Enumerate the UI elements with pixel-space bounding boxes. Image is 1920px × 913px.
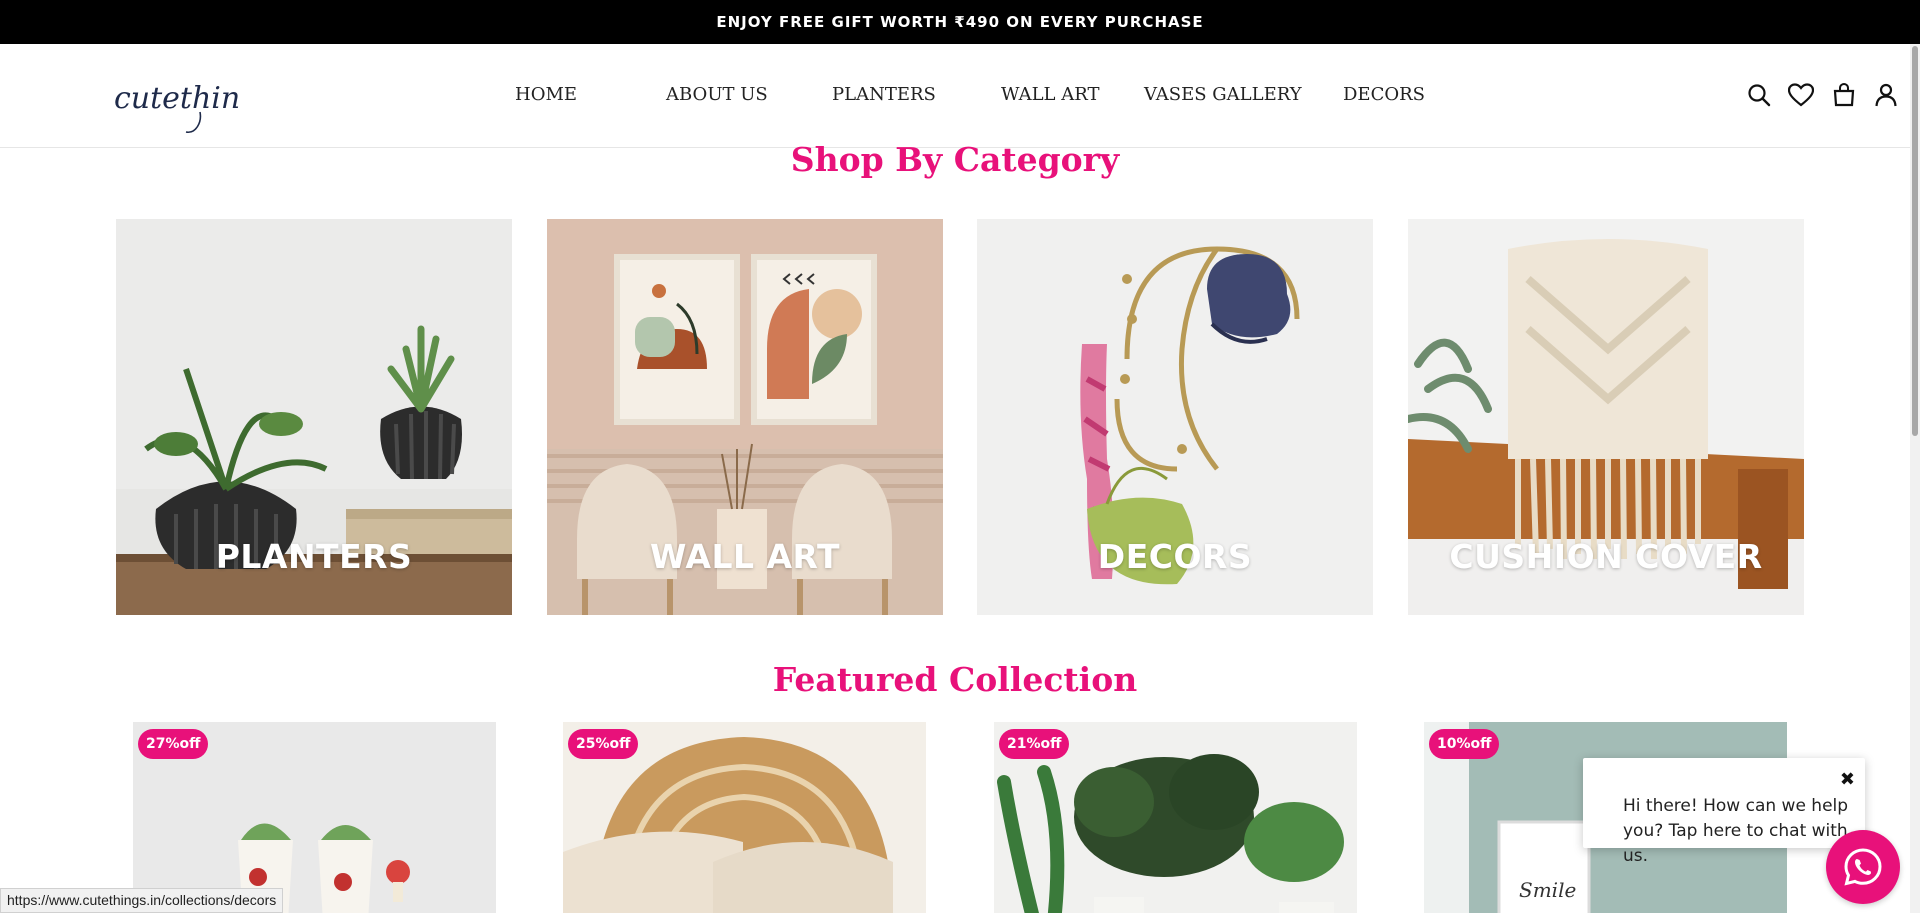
category-card-planters[interactable]: PLANTERS: [116, 219, 512, 615]
featured-collection-title: Featured Collection: [772, 660, 1138, 699]
discount-badge: 25%off: [568, 729, 639, 759]
nav-about-us[interactable]: ABOUT US: [666, 84, 768, 105]
category-card-decors[interactable]: DECORS: [977, 219, 1373, 615]
user-icon[interactable]: [1871, 80, 1901, 110]
site-header: cutethings HOME ABOUT US PLANTERS WALL A…: [0, 44, 1916, 148]
product-card[interactable]: 27%off: [133, 722, 496, 913]
bag-icon[interactable]: [1829, 80, 1859, 110]
chat-close-icon[interactable]: ✖: [1840, 770, 1855, 788]
announcement-text: ENJOY FREE GIFT WORTH ₹490 ON EVERY PURC…: [716, 13, 1204, 31]
shop-by-category-title: Shop By Category: [790, 140, 1120, 179]
category-label-wall-art: WALL ART: [650, 537, 840, 576]
category-card-cushion-cover[interactable]: CUSHION COVER: [1408, 219, 1804, 615]
category-label-cushion-cover: CUSHION COVER: [1449, 537, 1763, 576]
svg-text:Smile: Smile: [1519, 878, 1576, 902]
nav-planters[interactable]: PLANTERS: [832, 84, 936, 105]
scrollbar-thumb[interactable]: [1912, 46, 1918, 436]
discount-badge: 27%off: [138, 729, 209, 759]
discount-badge: 10%off: [1429, 729, 1500, 759]
nav-decors[interactable]: DECORS: [1343, 84, 1425, 105]
heart-icon[interactable]: [1786, 80, 1816, 110]
product-card[interactable]: 25%off: [563, 722, 926, 913]
page: ENJOY FREE GIFT WORTH ₹490 ON EVERY PURC…: [0, 0, 1920, 913]
category-label-planters: PLANTERS: [215, 537, 413, 576]
category-card-wall-art[interactable]: WALL ART: [547, 219, 943, 615]
discount-badge: 21%off: [999, 729, 1070, 759]
page-scrollbar[interactable]: [1910, 44, 1920, 913]
search-icon[interactable]: [1744, 80, 1774, 110]
status-bar-url: https://www.cutethings.in/collections/de…: [0, 888, 284, 913]
nav-vases-gallery[interactable]: VASES GALLERY: [1144, 84, 1302, 105]
main-nav: HOME ABOUT US PLANTERS WALL ART VASES GA…: [0, 44, 1916, 148]
whatsapp-chat-button[interactable]: [1826, 830, 1900, 904]
product-card[interactable]: 21%off: [994, 722, 1357, 913]
whatsapp-icon: [1844, 848, 1882, 886]
nav-home[interactable]: HOME: [515, 84, 577, 105]
nav-wall-art[interactable]: WALL ART: [1001, 84, 1099, 105]
announcement-bar: ENJOY FREE GIFT WORTH ₹490 ON EVERY PURC…: [0, 0, 1920, 44]
category-label-decors: DECORS: [1097, 537, 1253, 576]
chat-popup[interactable]: ✖ Hi there! How can we help you? Tap her…: [1583, 758, 1865, 866]
